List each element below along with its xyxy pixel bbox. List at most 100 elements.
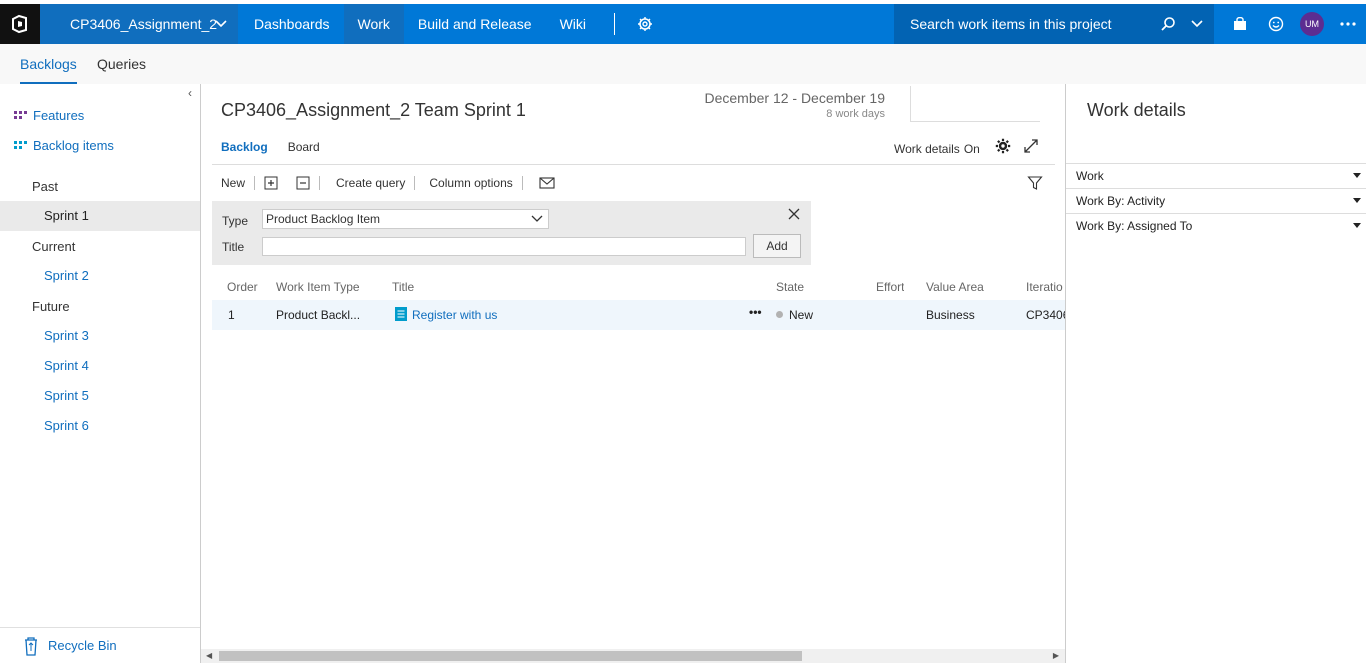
create-query-button[interactable]: Create query — [320, 165, 414, 201]
col-order[interactable]: Order — [227, 280, 258, 294]
row-more-actions[interactable]: ••• — [749, 305, 762, 319]
tab-backlogs[interactable]: Backlogs — [20, 44, 77, 84]
scroll-right-icon[interactable]: ▶ — [1053, 651, 1059, 660]
backlog-items[interactable]: Backlog items — [14, 138, 114, 153]
row-iteration: CP3406 — [1026, 308, 1065, 322]
work-details-toggle[interactable]: Work details On — [894, 142, 980, 156]
chevron-down-icon — [531, 215, 543, 222]
section-work[interactable]: Work — [1066, 163, 1366, 188]
horizontal-scrollbar[interactable]: ◀ ▶ — [201, 649, 1065, 663]
section-work-by-activity[interactable]: Work By: Activity — [1066, 188, 1366, 213]
work-days: 8 work days — [826, 108, 885, 120]
top-nav-bar: CP3406_Assignment_2 Dashboards Work Buil… — [0, 0, 1366, 44]
expand-all-icon[interactable] — [255, 165, 287, 201]
search-icon[interactable] — [1160, 16, 1176, 32]
title-input[interactable] — [262, 237, 746, 256]
work-details-pane: Work details Work Work By: Activity Work… — [1065, 84, 1366, 663]
features-backlog-icon — [14, 110, 27, 119]
add-item-panel: Type Product Backlog Item Title Add — [212, 201, 811, 265]
state-dot-icon — [776, 311, 783, 318]
settings-gear-icon[interactable] — [995, 138, 1011, 154]
search-box[interactable]: Search work items in this project — [894, 4, 1214, 44]
sprint-4[interactable]: Sprint 4 — [0, 351, 200, 381]
row-state: New — [776, 308, 813, 322]
new-button[interactable]: New — [212, 165, 254, 201]
nav-divider — [614, 13, 615, 35]
nav-dashboards[interactable]: Dashboards — [240, 4, 344, 44]
close-icon[interactable] — [787, 207, 801, 221]
collapse-pane-icon[interactable]: ‹ — [188, 86, 192, 100]
column-options-button[interactable]: Column options — [415, 165, 521, 201]
recycle-bin-label: Recycle Bin — [48, 638, 117, 653]
col-work-item-type[interactable]: Work Item Type — [276, 280, 360, 294]
user-icons: UM — [1222, 4, 1366, 44]
filter-icon[interactable] — [1027, 175, 1043, 191]
chevron-down-icon — [215, 20, 227, 28]
group-future: Future — [32, 299, 70, 314]
date-range: December 12 - December 19 — [704, 90, 885, 106]
section-activity-label: Work By: Activity — [1076, 194, 1166, 208]
email-icon[interactable] — [523, 165, 564, 201]
sprint-dates: December 12 - December 19 8 work days — [704, 90, 885, 120]
nav-build-and-release[interactable]: Build and Release — [404, 4, 546, 44]
type-select[interactable]: Product Backlog Item — [262, 209, 549, 229]
collapse-all-icon[interactable] — [287, 165, 319, 201]
caret-down-icon — [1353, 198, 1361, 203]
grid-header: Order Work Item Type Title State Effort … — [212, 278, 1065, 298]
azure-devops-logo-icon[interactable] — [0, 4, 40, 44]
more-ellipsis-icon[interactable] — [1330, 4, 1366, 44]
type-select-value: Product Backlog Item — [266, 212, 381, 226]
scrollbar-thumb[interactable] — [219, 651, 802, 661]
nav-work[interactable]: Work — [343, 4, 404, 44]
row-order: 1 — [228, 308, 235, 322]
section-work-by-assigned-to[interactable]: Work By: Assigned To — [1066, 213, 1366, 238]
nav-wiki[interactable]: Wiki — [546, 4, 600, 44]
row-title-link[interactable]: Register with us — [412, 308, 497, 322]
type-label: Type — [222, 214, 249, 228]
group-current: Current — [32, 239, 76, 254]
col-iteration[interactable]: Iteratio — [1026, 280, 1065, 294]
backlog-items-icon — [14, 140, 27, 149]
scroll-left-icon[interactable]: ◀ — [206, 651, 212, 660]
sprint-1[interactable]: Sprint 1 — [0, 201, 200, 231]
project-name: CP3406_Assignment_2 — [70, 16, 218, 32]
add-button[interactable]: Add — [753, 234, 801, 258]
backlog-left-pane: ‹ Features Backlog items Past Sprint 1 C… — [0, 84, 201, 663]
work-details-toggle-label: Work details — [894, 142, 960, 156]
backlog-item-icon — [395, 307, 407, 321]
pivot-backlog[interactable]: Backlog — [221, 140, 268, 154]
recycle-bin-icon — [25, 636, 37, 656]
pivot-board[interactable]: Board — [288, 140, 320, 154]
pivot-tabs: Backlog Board — [221, 140, 320, 154]
hub-nav: Dashboards Work Build and Release Wiki — [240, 4, 661, 44]
section-work-label: Work — [1076, 169, 1104, 183]
user-avatar[interactable]: UM — [1300, 12, 1324, 36]
sprint-6[interactable]: Sprint 6 — [0, 411, 200, 441]
work-details-state: On — [963, 142, 980, 156]
col-value-area[interactable]: Value Area — [926, 280, 984, 294]
table-row[interactable]: 1 Product Backl... Register with us ••• … — [212, 300, 1065, 330]
work-details-title: Work details — [1087, 100, 1186, 120]
col-state[interactable]: State — [776, 280, 804, 294]
fullscreen-expand-icon[interactable] — [1023, 138, 1039, 154]
group-past: Past — [32, 179, 59, 194]
project-selector[interactable]: CP3406_Assignment_2 — [40, 4, 238, 44]
section-assigned-label: Work By: Assigned To — [1076, 219, 1193, 233]
sprint-3[interactable]: Sprint 3 — [0, 321, 200, 351]
settings-gear-icon[interactable] — [629, 4, 661, 44]
caret-down-icon — [1353, 223, 1361, 228]
sprint-5[interactable]: Sprint 5 — [0, 381, 200, 411]
tab-queries[interactable]: Queries — [97, 44, 146, 84]
feedback-smiley-icon[interactable] — [1258, 4, 1294, 44]
recycle-bin-link[interactable]: Recycle Bin — [0, 627, 200, 663]
row-value-area: Business — [926, 308, 975, 322]
page-title: CP3406_Assignment_2 Team Sprint 1 — [221, 100, 526, 120]
col-title[interactable]: Title — [392, 280, 414, 294]
col-effort[interactable]: Effort — [876, 280, 904, 294]
sprint-2[interactable]: Sprint 2 — [0, 261, 200, 291]
work-sub-nav: Backlogs Queries — [0, 44, 1366, 84]
marketplace-bag-icon[interactable] — [1222, 4, 1258, 44]
row-state-label: New — [789, 308, 814, 322]
chevron-down-icon[interactable] — [1190, 18, 1204, 30]
backlog-features[interactable]: Features — [14, 108, 84, 123]
